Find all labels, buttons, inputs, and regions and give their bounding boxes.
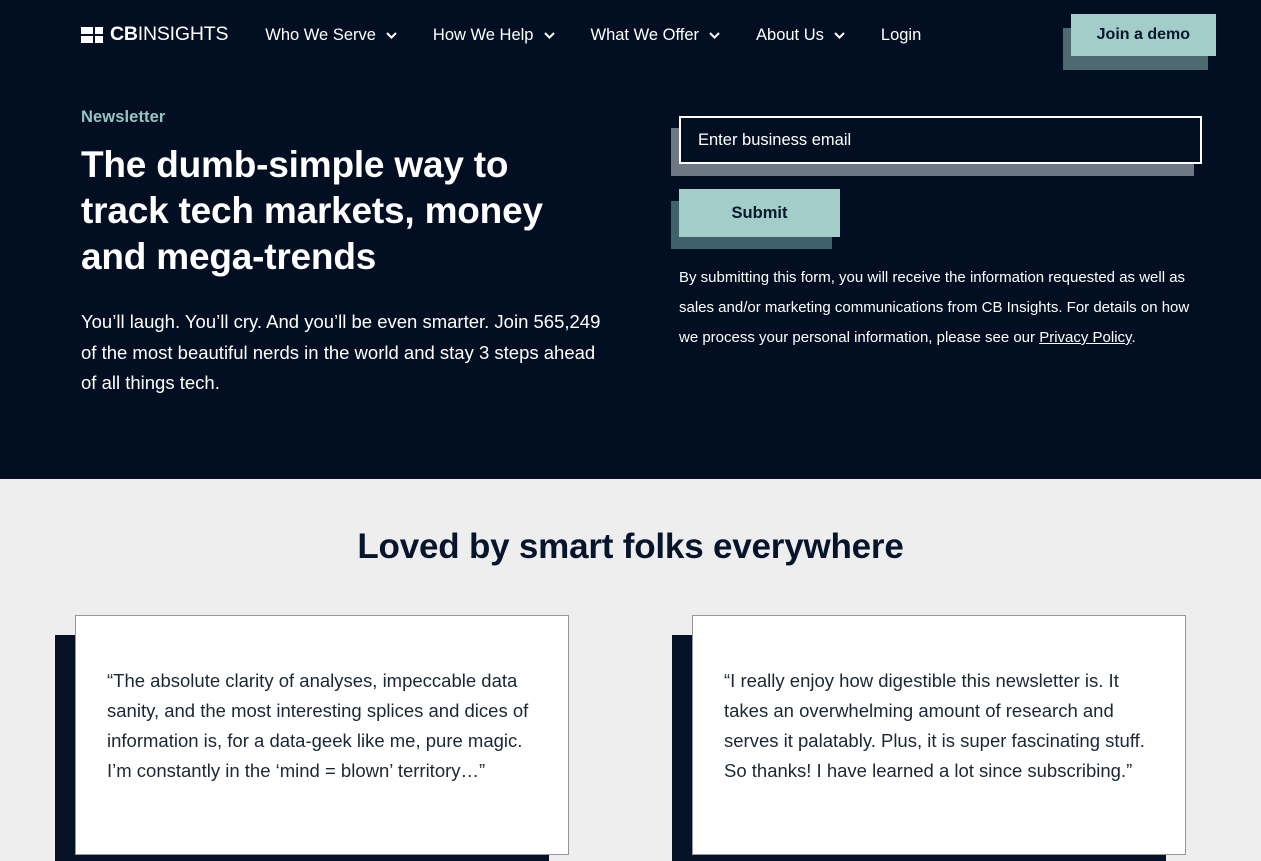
join-a-demo-button-wrap: Join a demo [1062, 14, 1216, 70]
email-field-wrap [671, 116, 1202, 176]
email-input[interactable] [679, 116, 1202, 164]
newsletter-signup-form: Submit By submitting this form, you will… [671, 108, 1216, 399]
nav-item-login[interactable]: Login [863, 20, 939, 51]
primary-nav-links: Who We Serve How We Help What We Offer A… [265, 20, 939, 51]
submit-button-wrap: Submit [671, 189, 840, 249]
top-navigation-bar: CBINSIGHTS Who We Serve How We Help What… [0, 0, 1261, 70]
nav-item-label: How We Help [432, 25, 534, 44]
testimonial-card-wrap: “The absolute clarity of analyses, impec… [55, 615, 569, 861]
nav-item-how-we-help[interactable]: How We Help [415, 20, 573, 51]
chevron-down-icon [709, 31, 720, 39]
privacy-policy-link[interactable]: Privacy Policy [1039, 329, 1131, 346]
nav-item-label: What We Offer [590, 25, 700, 44]
chevron-down-icon [543, 31, 555, 39]
hero-description: You’ll laugh. You’ll cry. And you’ll be … [81, 311, 601, 393]
chevron-down-icon [386, 31, 397, 39]
testimonial-card: “I really enjoy how digestible this news… [692, 615, 1186, 855]
cb-insights-blocks-icon [81, 27, 103, 43]
logo-wordmark-light: INSIGHTS [137, 23, 229, 46]
nav-item-who-we-serve[interactable]: Who We Serve [265, 20, 415, 51]
nav-item-label: Who We Serve [265, 25, 376, 44]
testimonial-quote: “I really enjoy how digestible this news… [724, 670, 1145, 781]
chevron-down-icon [834, 31, 845, 39]
hero-section: CBINSIGHTS Who We Serve How We Help What… [0, 0, 1261, 479]
hero-body: Newsletter The dumb-simple way to track … [0, 70, 1261, 399]
testimonials-heading: Loved by smart folks everywhere [357, 527, 904, 566]
nav-item-what-we-offer[interactable]: What We Offer [573, 20, 739, 51]
hero-text-column: Newsletter The dumb-simple way to track … [81, 108, 679, 399]
logo-wordmark-bold: CB [110, 23, 138, 46]
cb-insights-logo[interactable]: CBINSIGHTS [81, 24, 228, 46]
hero-headline: The dumb-simple way to track tech market… [81, 144, 543, 277]
form-disclaimer: By submitting this form, you will receiv… [679, 263, 1199, 353]
testimonial-card-list: “The absolute clarity of analyses, impec… [0, 615, 1261, 861]
testimonial-card: “The absolute clarity of analyses, impec… [75, 615, 569, 855]
testimonial-card-wrap: “I really enjoy how digestible this news… [672, 615, 1186, 861]
hero-eyebrow: Newsletter [81, 108, 166, 126]
logo-wordmark: CBINSIGHTS [110, 25, 228, 45]
nav-item-about-us[interactable]: About Us [738, 20, 863, 51]
submit-button[interactable]: Submit [679, 189, 840, 237]
nav-item-label: About Us [756, 25, 824, 44]
join-a-demo-button[interactable]: Join a demo [1070, 14, 1216, 56]
nav-item-label: Login [880, 25, 922, 44]
disclaimer-text-tail: . [1131, 329, 1136, 346]
testimonials-section: Loved by smart folks everywhere “The abs… [0, 479, 1261, 861]
testimonial-quote: “The absolute clarity of analyses, impec… [107, 670, 529, 781]
